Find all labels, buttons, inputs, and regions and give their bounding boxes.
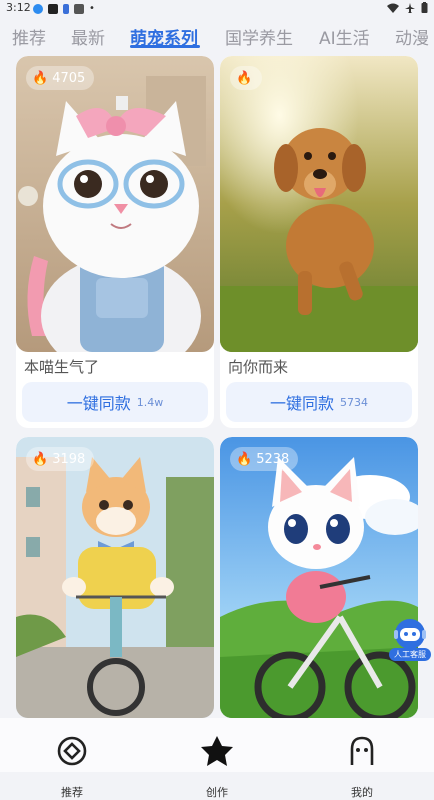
wifi-icon [387, 3, 399, 13]
heat-count: 3198 [52, 451, 86, 467]
kitten-illustration [16, 56, 214, 352]
notification-app-icon [33, 3, 43, 14]
heat-badge: 🔥 3198 [26, 447, 95, 471]
use-template-button[interactable]: 一键同款 5734 [226, 382, 412, 422]
flame-icon: 🔥 [236, 451, 253, 467]
card-image-kitten-bicycle[interactable]: 🔥 3198 [16, 437, 214, 718]
flame-icon: 🔥 [32, 70, 49, 86]
tab-recommend[interactable]: 推荐 [12, 24, 46, 49]
active-tab-indicator [130, 45, 200, 48]
dog-illustration [220, 56, 418, 352]
heat-badge: 🔥 4705 [26, 66, 95, 90]
robot-icon [394, 619, 426, 649]
status-time: 3:12 [6, 1, 31, 14]
nav-discover[interactable]: 推荐 [52, 735, 92, 799]
tab-anime[interactable]: 动漫 [395, 24, 429, 49]
star-icon [201, 736, 233, 766]
notification-app-icon [74, 3, 84, 14]
card-image-kitten[interactable]: 🔥 4705 [16, 56, 214, 352]
flame-icon: 🔥 [236, 70, 253, 86]
template-card[interactable]: 🔥 向你而来 一键同款 5734 [220, 56, 418, 428]
heat-badge: 🔥 5238 [230, 447, 299, 471]
airplane-icon [405, 2, 415, 13]
nav-create[interactable]: 创作 [197, 735, 237, 799]
discover-icon [57, 736, 87, 766]
customer-service-label: 人工客服 [389, 648, 431, 661]
notification-icons: • [33, 3, 95, 14]
kitten-bicycle-illustration [16, 437, 214, 718]
template-card[interactable]: 🔥 4705 本喵生气了 一键同款 1.4w [16, 56, 214, 428]
template-card[interactable]: 🔥 5238 [220, 437, 418, 718]
category-tabs: 推荐 最新 萌宠系列 国学养生 AI生活 动漫 [0, 18, 434, 52]
system-icons [387, 2, 428, 13]
card-title: 本喵生气了 [24, 358, 100, 376]
status-bar: 3:12 • [0, 0, 434, 18]
card-image-cartoon-cat[interactable]: 🔥 5238 [220, 437, 418, 718]
heat-badge: 🔥 [230, 66, 263, 90]
heat-count: 4705 [52, 70, 86, 86]
notification-app-icon [63, 3, 69, 14]
nav-label: 我的 [351, 786, 373, 799]
profile-icon [350, 736, 374, 765]
bottom-nav: 推荐 创作 我的 [0, 718, 434, 799]
tab-ai-life[interactable]: AI生活 [319, 24, 370, 49]
nav-profile[interactable]: 我的 [342, 735, 382, 799]
flame-icon: 🔥 [32, 451, 49, 467]
card-title: 向你而来 [228, 358, 289, 376]
use-template-button[interactable]: 一键同款 1.4w [22, 382, 208, 422]
notification-dot: • [89, 3, 95, 14]
notification-app-icon [48, 3, 58, 14]
battery-icon [421, 2, 428, 13]
template-card[interactable]: 🔥 3198 [16, 437, 214, 718]
use-template-label: 一键同款 [66, 394, 131, 413]
use-count: 5734 [340, 395, 368, 409]
nav-label: 推荐 [61, 786, 83, 799]
use-template-label: 一键同款 [269, 394, 334, 413]
heat-count: 5238 [256, 451, 290, 467]
cartoon-cat-illustration [220, 437, 418, 718]
tab-guoxue[interactable]: 国学养生 [225, 24, 293, 49]
nav-label: 创作 [206, 786, 228, 799]
use-count: 1.4w [136, 395, 164, 409]
customer-service-button[interactable]: 人工客服 [389, 617, 431, 663]
tab-latest[interactable]: 最新 [71, 24, 105, 49]
card-image-dog[interactable]: 🔥 [220, 56, 418, 352]
